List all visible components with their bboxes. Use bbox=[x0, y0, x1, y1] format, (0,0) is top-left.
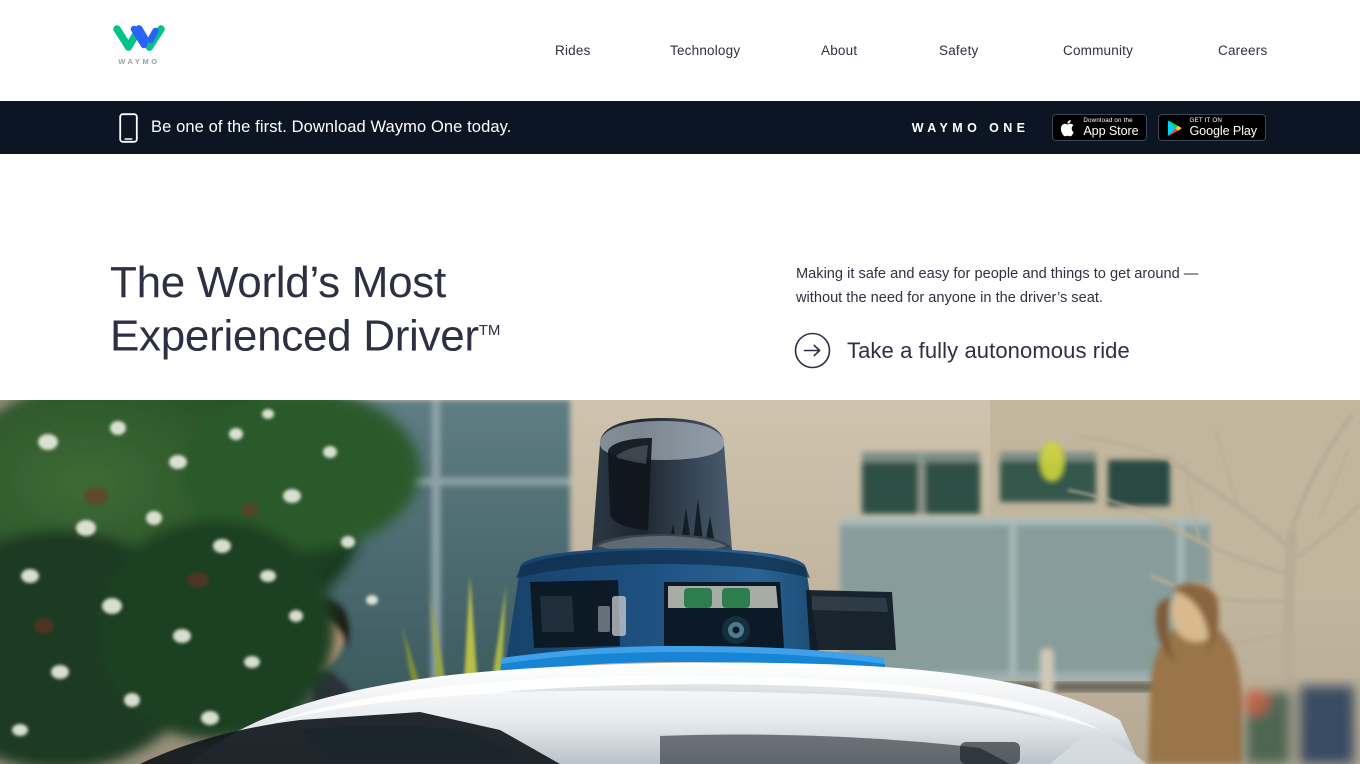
hero-subtitle: Making it safe and easy for people and t… bbox=[796, 266, 1199, 306]
app-store-small-label: Download on the bbox=[1083, 116, 1133, 124]
site-header: WAYMO Rides Technology About Safety Comm… bbox=[0, 0, 1360, 101]
waymo-landing-page: WAYMO Rides Technology About Safety Comm… bbox=[0, 0, 1360, 764]
trademark-symbol: TM bbox=[478, 322, 501, 339]
smartphone-icon bbox=[119, 112, 138, 143]
nav-item-technology[interactable]: Technology bbox=[670, 43, 740, 58]
nav-item-rides[interactable]: Rides bbox=[555, 43, 591, 58]
headline-line-2: Experienced Driver bbox=[110, 311, 479, 361]
headline-line-1: The World’s Most bbox=[110, 258, 446, 307]
banner-store-group: WAYMO ONE Download on the App Store GET … bbox=[912, 114, 1266, 141]
apple-logo-icon bbox=[1061, 119, 1075, 136]
google-play-triangle-icon bbox=[1168, 119, 1182, 136]
hero-street-scene-illustration bbox=[0, 400, 1360, 764]
waymo-logo[interactable]: WAYMO bbox=[109, 24, 169, 66]
nav-item-about[interactable]: About bbox=[821, 43, 857, 58]
banner-message: Be one of the first. Download Waymo One … bbox=[151, 118, 512, 136]
nav-item-community[interactable]: Community bbox=[1063, 43, 1133, 58]
hero-text-section: The World’s Most Experienced DriverTM Ma… bbox=[0, 154, 1360, 400]
nav-item-careers[interactable]: Careers bbox=[1218, 43, 1267, 58]
cta-label: Take a fully autonomous ride bbox=[847, 337, 1130, 363]
hero-image bbox=[0, 400, 1360, 764]
app-store-label: App Store bbox=[1083, 123, 1139, 138]
google-play-label: Google Play bbox=[1189, 123, 1257, 138]
google-play-button[interactable]: GET IT ON Google Play bbox=[1158, 114, 1266, 141]
waymo-w-logo-icon bbox=[113, 25, 165, 51]
app-store-button[interactable]: Download on the App Store bbox=[1052, 114, 1148, 141]
arrow-right-circle-icon bbox=[794, 332, 831, 369]
waymo-one-wordmark: WAYMO ONE bbox=[911, 120, 1030, 135]
take-autonomous-ride-link[interactable]: Take a fully autonomous ride bbox=[794, 332, 1130, 369]
waymo-wordmark: WAYMO bbox=[118, 57, 160, 66]
app-download-banner: Be one of the first. Download Waymo One … bbox=[0, 101, 1360, 154]
google-play-small-label: GET IT ON bbox=[1189, 116, 1222, 124]
page-title: The World’s Most Experienced DriverTM bbox=[110, 259, 500, 361]
nav-item-safety[interactable]: Safety bbox=[939, 43, 978, 58]
banner-message-group: Be one of the first. Download Waymo One … bbox=[119, 112, 512, 143]
